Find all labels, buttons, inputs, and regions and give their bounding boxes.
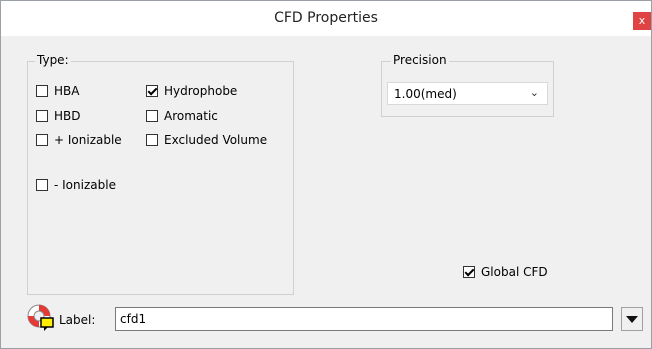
global-cfd-label: Global CFD <box>481 265 548 279</box>
precision-group-legend: Precision <box>391 53 449 67</box>
precision-selected-value: 1.00(med) <box>394 87 457 101</box>
hydrophobe-label: Hydrophobe <box>164 84 238 98</box>
excluded-volume-checkbox-box[interactable] <box>146 134 158 146</box>
close-button[interactable]: x <box>633 12 651 30</box>
aromatic-checkbox-box[interactable] <box>146 110 158 122</box>
label-field-label: Label: <box>59 313 96 327</box>
hydrophobe-checkbox-box[interactable] <box>146 85 158 97</box>
checkbox-hba[interactable]: HBA <box>36 83 79 99</box>
checkbox-positive-ionizable[interactable]: + Ionizable <box>36 132 122 148</box>
checkbox-hbd[interactable]: HBD <box>36 108 81 124</box>
negative-ionizable-label: - Ionizable <box>54 178 116 192</box>
checkbox-excluded-volume[interactable]: Excluded Volume <box>146 132 267 148</box>
close-icon[interactable]: x <box>639 14 646 27</box>
window-title: CFD Properties <box>274 10 378 26</box>
hba-checkbox-box[interactable] <box>36 85 48 97</box>
aromatic-label: Aromatic <box>164 109 218 123</box>
excluded-volume-label: Excluded Volume <box>164 133 268 147</box>
dialog-body: Type: HBA Hydrophobe HBD Aromatic + Ioni… <box>1 36 651 348</box>
hbd-checkbox-box[interactable] <box>36 110 48 122</box>
negative-ionizable-checkbox-box[interactable] <box>36 179 48 191</box>
type-group-legend: Type: <box>35 53 71 67</box>
chevron-down-icon[interactable]: ⌄ <box>530 86 539 99</box>
positive-ionizable-label: + Ionizable <box>54 133 122 147</box>
global-cfd-checkbox-box[interactable] <box>463 266 475 278</box>
label-input[interactable] <box>115 307 613 331</box>
precision-select[interactable]: 1.00(med) ⌄ <box>387 82 548 105</box>
checkbox-global-cfd[interactable]: Global CFD <box>463 264 548 280</box>
cfd-properties-window: CFD Properties x Type: HBA Hydrophobe HB… <box>0 0 652 349</box>
checkbox-hydrophobe[interactable]: Hydrophobe <box>146 83 237 99</box>
title-bar[interactable]: CFD Properties x <box>1 1 651 36</box>
hba-label: HBA <box>54 84 80 98</box>
checkbox-aromatic[interactable]: Aromatic <box>146 108 218 124</box>
lifebuoy-note-icon[interactable] <box>25 303 55 333</box>
checkbox-negative-ionizable[interactable]: - Ionizable <box>36 177 116 193</box>
triangle-down-icon[interactable] <box>621 307 643 331</box>
positive-ionizable-checkbox-box[interactable] <box>36 134 48 146</box>
hbd-label: HBD <box>54 109 81 123</box>
